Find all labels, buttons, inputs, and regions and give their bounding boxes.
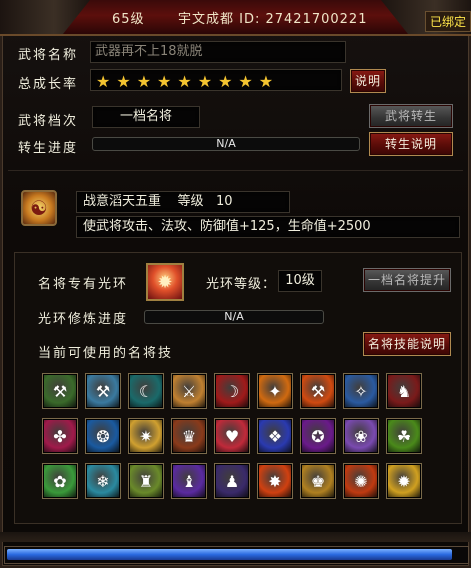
header-ornament-left	[0, 0, 90, 34]
vortex-icon[interactable]: ❖	[257, 418, 293, 454]
demon-icon[interactable]: ✪	[300, 418, 336, 454]
aura-upgrade-button[interactable]: 一档名将提升	[363, 268, 451, 292]
skills-label: 当前可使用的名将技	[38, 346, 174, 361]
tier-value: 一档名将	[92, 106, 200, 128]
shadow-warrior-icon[interactable]: ♟	[214, 463, 250, 499]
player-name-id: 宇文成都 ID: 27421700221	[178, 12, 368, 27]
experience-bar-fill	[7, 549, 453, 560]
mage-icon[interactable]: ♝	[171, 463, 207, 499]
aura-buff-desc: 使武将攻击、法攻、防御值+125，生命值+2500	[76, 216, 460, 238]
aura-icon[interactable]: ✹	[146, 263, 184, 301]
golden-strike-icon[interactable]: ✷	[128, 418, 164, 454]
dragon-icon[interactable]: ♛	[171, 418, 207, 454]
crescent-slash-icon[interactable]: ☽	[214, 373, 250, 409]
wave-slash-icon[interactable]: ☾	[128, 373, 164, 409]
divider	[8, 170, 463, 171]
golden-guard-icon[interactable]: ♚	[300, 463, 336, 499]
fire-slash-icon[interactable]: ✦	[257, 373, 293, 409]
reborn-progress-label: 转生进度	[18, 141, 79, 156]
aura-buff-level-value: 10	[215, 194, 233, 209]
player-level: 65级	[112, 12, 145, 27]
general-info-panel: 65级 宇文成都 ID: 27421700221 已绑定 武将名称 武器再不上1…	[0, 0, 471, 568]
bound-badge: 已绑定	[424, 11, 471, 32]
tier-label: 武将档次	[18, 114, 79, 129]
flame-spirit-icon[interactable]: ✺	[343, 463, 379, 499]
wind-blade-icon[interactable]: ❂	[85, 418, 121, 454]
header-bar: 65级 宇文成都 ID: 27421700221 已绑定	[0, 0, 471, 36]
yin-yang-emblem-icon: ☯	[21, 190, 57, 226]
sword-icon[interactable]: ⚔	[171, 373, 207, 409]
ice-spear-icon[interactable]: ✧	[343, 373, 379, 409]
aura-level-value: 10级	[278, 270, 322, 292]
aura-buff-field: 战意滔天五重 等级 10	[76, 191, 290, 213]
earth-golem-icon[interactable]: ♜	[128, 463, 164, 499]
fire-burst-icon[interactable]: ✸	[257, 463, 293, 499]
aura-level-label: 光环等级：	[206, 277, 277, 292]
flame-hammer-icon[interactable]: ⚒	[300, 373, 336, 409]
growth-rate-label: 总成长率	[18, 77, 79, 92]
skills-help-button[interactable]: 名将技能说明	[363, 332, 451, 356]
aura-buff-name: 战意滔天五重	[83, 194, 162, 209]
growth-stars: ★★★★★★★★★	[96, 72, 280, 91]
experience-bar	[4, 546, 469, 564]
warrior-icon[interactable]: ♞	[386, 373, 422, 409]
footer-strip	[0, 532, 471, 542]
heart-icon[interactable]: ♥	[214, 418, 250, 454]
aura-train-label: 光环修炼进度	[38, 312, 129, 327]
hammer-icon[interactable]: ⚒	[85, 373, 121, 409]
poison-icon[interactable]: ☘	[386, 418, 422, 454]
general-name-input[interactable]: 武器再不上18就脱	[90, 41, 346, 63]
reborn-help-button[interactable]: 转生说明	[369, 132, 453, 156]
axe-icon[interactable]: ⚒	[42, 373, 78, 409]
general-name-label: 武将名称	[18, 48, 79, 63]
aura-label: 名将专有光环	[38, 277, 129, 292]
explosion-icon[interactable]: ✹	[386, 463, 422, 499]
growth-help-button[interactable]: 说明	[350, 69, 386, 93]
nature-icon[interactable]: ✿	[42, 463, 78, 499]
reborn-button[interactable]: 武将转生	[369, 104, 453, 128]
spiral-icon[interactable]: ❀	[343, 418, 379, 454]
aura-train-progress-bar: N/A	[144, 310, 324, 324]
reborn-progress-bar: N/A	[92, 137, 360, 151]
water-spirit-icon[interactable]: ❄	[85, 463, 121, 499]
claw-icon[interactable]: ✤	[42, 418, 78, 454]
aura-buff-level-label: 等级	[177, 194, 204, 209]
